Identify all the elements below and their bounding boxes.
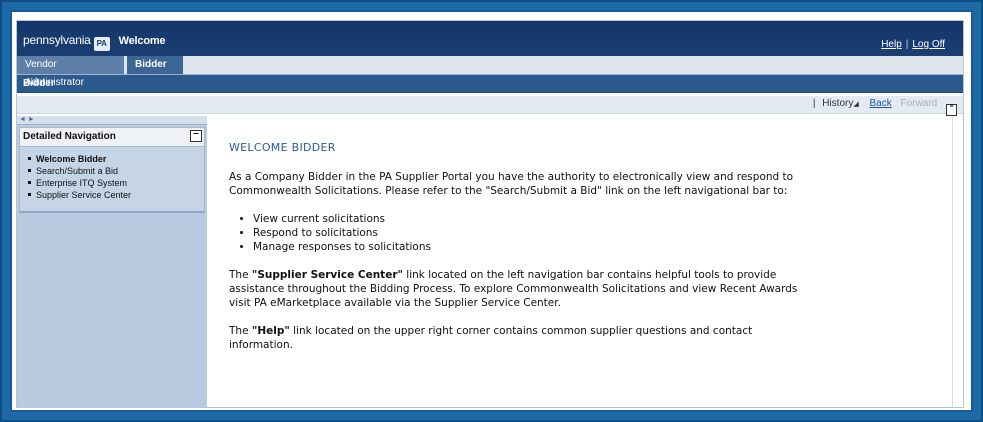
nav-item-welcome-bidder[interactable]: Welcome Bidder [20,153,204,165]
help-link[interactable]: Help [881,39,902,50]
history-dropdown-icon: ◢ [853,101,859,108]
tab-row: Vendor Administrator Bidder [17,56,963,88]
toolbar-tools: | History◢ Back Forward ≡ [813,98,957,116]
header-links: Help | Log Off [881,39,945,50]
list-item: Respond to solicitations [253,226,953,240]
nav-item-supplier-service-center[interactable]: Supplier Service Center [20,189,204,201]
supplier-service-center-paragraph: The "Supplier Service Center" link locat… [229,269,798,309]
help-paragraph: The "Help" link located on the upper rig… [229,325,753,351]
action-list: View current solicitations Respond to so… [253,212,953,254]
back-link[interactable]: Back [870,98,892,109]
welcome-text: Welcome [118,35,166,47]
list-item: View current solicitations [253,212,953,226]
tab-bidder[interactable]: Bidder [127,56,183,74]
detailed-navigation-header: Detailed Navigation – [19,127,205,147]
bullet-icon [28,181,31,184]
list-item: Manage responses to solicitations [253,240,953,254]
nav-item-search-submit-bid[interactable]: Search/Submit a Bid [20,165,204,177]
brand: pennsylvania PA Welcome [23,33,166,51]
nav-item-enterprise-itq-system[interactable]: Enterprise ITQ System [20,177,204,189]
main-content: WELCOME BIDDER As a Company Bidder in th… [217,116,953,407]
bullet-icon [28,193,31,196]
nav-list: Welcome Bidder Search/Submit a Bid Enter… [19,147,205,213]
bullet-icon [28,169,31,172]
history-toolbar: | History◢ Back Forward ≡ [17,96,963,116]
tab-vendor-administrator[interactable]: Vendor Administrator [17,56,124,88]
brand-name: pennsylvania [23,33,91,47]
supplier-service-center-emphasis: "Supplier Service Center" [251,269,403,281]
bullet-icon [28,157,31,160]
history-dropdown[interactable]: History◢ [822,98,859,109]
page-subheader: Bidder [17,75,963,93]
left-navigation: ◄ ► Detailed Navigation – Welcome Bidder… [17,116,207,407]
top-header: pennsylvania PA Welcome Help | Log Off [17,21,963,56]
intro-paragraph: As a Company Bidder in the PA Supplier P… [229,171,794,197]
detailed-navigation-title: Detailed Navigation [23,131,116,142]
header-link-separator: | [905,39,909,50]
portal: pennsylvania PA Welcome Help | Log Off Vendo… [16,20,964,408]
history-label: History [822,98,854,109]
logoff-link[interactable]: Log Off [912,39,945,50]
page-menu-icon[interactable]: ≡ [946,103,957,116]
help-emphasis: "Help" [251,325,290,337]
content-right-edge [952,116,953,407]
forward-link: Forward [900,98,938,109]
pa-logo-icon: PA [93,37,110,51]
nav-resizer-icon[interactable]: ◄ ► [17,116,207,125]
collapse-icon[interactable]: – [190,129,202,142]
toolbar-separator: | [812,98,816,109]
page-title: WELCOME BIDDER [229,141,336,154]
